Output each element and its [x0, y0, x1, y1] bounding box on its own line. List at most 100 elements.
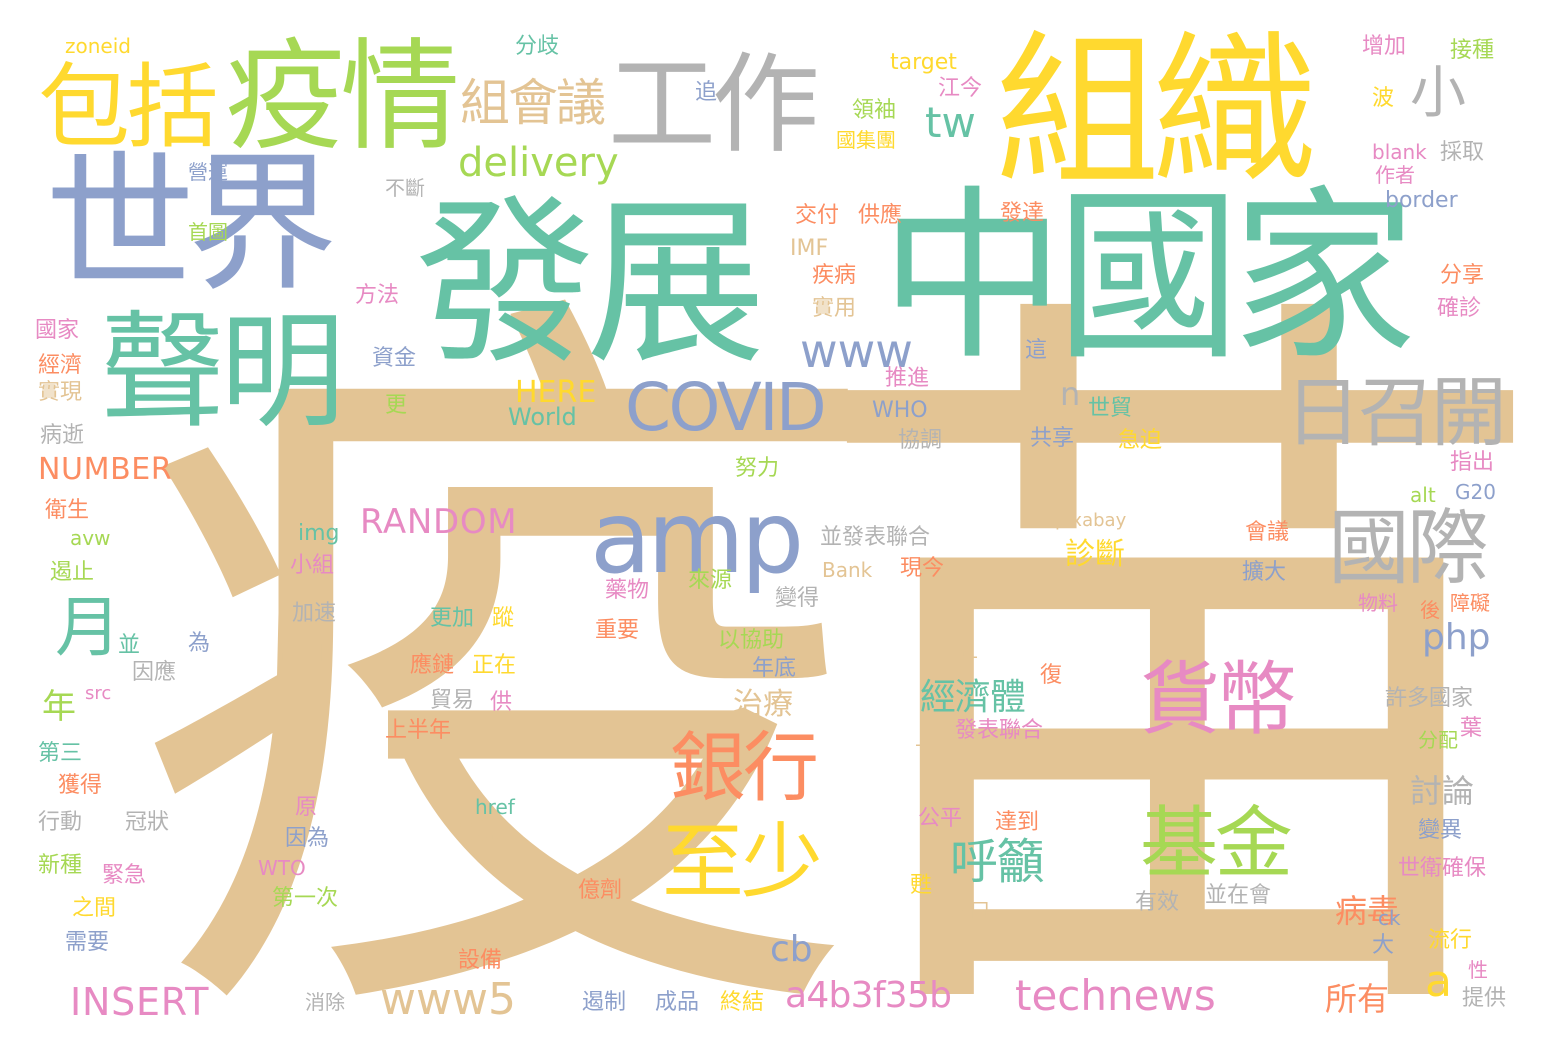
word-cloud: 疫苗 發展 中國家 世界 組織 聲明 疫情 工作 包括 amp 國際 日召開 C… — [0, 0, 1548, 1052]
word-cloud-word: 障礙 — [1450, 591, 1490, 615]
word-cloud-word: 藥物 — [605, 578, 650, 603]
word-cloud-word: cb — [770, 929, 813, 970]
word-cloud-word: 小組 — [290, 553, 335, 578]
word-cloud-word: img — [298, 521, 340, 546]
word-cloud-word: 復 — [1040, 663, 1063, 688]
word-cloud-word: 治療 — [733, 687, 793, 722]
word-cloud-word: 這 — [1025, 338, 1048, 363]
word-cloud-word: 物料 — [1358, 591, 1398, 615]
word-cloud-word: 終結 — [720, 990, 765, 1015]
word-cloud-word: 分享 — [1440, 263, 1485, 288]
word-cloud-word: 第一次 — [272, 886, 339, 911]
word-cloud-word: 指出 — [1450, 450, 1495, 475]
word-cloud-word: 日召開 — [1285, 368, 1507, 457]
word-cloud-word: 國集團 — [836, 128, 896, 152]
word-cloud-word: alt — [1410, 483, 1436, 507]
word-cloud-word: WHO — [872, 398, 928, 423]
word-cloud-word: 至少 — [662, 815, 823, 910]
word-cloud-word: 組織 — [995, 16, 1317, 208]
word-cloud-word: delivery — [458, 140, 619, 186]
word-cloud-word: 蹤 — [492, 606, 515, 631]
word-cloud-word: 應鏈 — [410, 653, 455, 678]
word-cloud-word: 分配 — [1418, 728, 1458, 752]
word-cloud-word: border — [1385, 188, 1458, 213]
word-cloud-word: 中國家 — [880, 169, 1417, 385]
word-cloud-word: 方法 — [355, 283, 400, 308]
word-cloud-word: 月 — [55, 589, 121, 666]
word-cloud-word: 億劑 — [578, 878, 623, 903]
word-cloud-word: 首圖 — [188, 220, 228, 244]
word-cloud-word: 經濟 — [38, 353, 83, 378]
word-cloud-word: 新種 — [38, 853, 83, 878]
word-cloud-word: 變異 — [1418, 818, 1463, 843]
word-cloud-word: 銀行 — [670, 723, 819, 812]
word-cloud-word: 原 — [295, 795, 318, 820]
word-cloud-word: 成品 — [655, 990, 700, 1015]
word-cloud-word: 甦 — [910, 873, 933, 898]
word-cloud-word: 貿易 — [430, 688, 475, 713]
word-cloud-word: target — [890, 50, 957, 75]
word-cloud-word: 努力 — [735, 456, 780, 481]
word-cloud-word: 加速 — [292, 601, 337, 626]
word-cloud-word: 作者 — [1375, 163, 1415, 187]
word-cloud-word: 遏止 — [50, 560, 95, 585]
word-cloud-word: 獲得 — [58, 773, 103, 798]
word-cloud-word: 波 — [1372, 86, 1395, 111]
word-cloud-word: 經濟體 — [920, 677, 1026, 718]
word-cloud-word: 來源 — [688, 568, 733, 593]
word-cloud-word: 為 — [188, 631, 211, 656]
word-cloud-word: 目標 — [455, 820, 500, 845]
word-cloud-word: 行動 — [38, 810, 83, 835]
word-cloud-word: 診斷 — [1065, 537, 1125, 572]
word-cloud-word: 人口 — [950, 898, 990, 922]
word-cloud-word: 確診 — [1437, 296, 1482, 321]
word-cloud-word: 急迫 — [1118, 428, 1163, 453]
word-cloud-word: avw — [70, 526, 111, 550]
word-cloud-word: 交付 — [795, 203, 840, 228]
word-cloud-word: 年 — [42, 687, 76, 727]
word-cloud-word: php — [1422, 617, 1491, 658]
word-cloud-word: 共享 — [1030, 426, 1075, 451]
word-cloud-word: zoneid — [65, 34, 131, 58]
word-cloud-word: 工作 — [608, 43, 820, 168]
word-cloud-word: 增加 — [1362, 34, 1407, 59]
word-cloud-word: 會議 — [1245, 520, 1290, 545]
word-cloud-word: blank — [1372, 140, 1427, 164]
word-cloud-word: 基金 — [1140, 799, 1293, 889]
word-cloud-word: 並發表聯合 — [820, 525, 931, 550]
word-cloud-word: 遏制 — [582, 990, 627, 1015]
word-cloud-word: 更加 — [430, 606, 475, 631]
word-cloud-word: 出口 — [280, 641, 325, 666]
word-cloud-word: 國家 — [35, 318, 80, 343]
word-cloud-word: n — [1060, 375, 1081, 413]
word-cloud-word: 世貿 — [1088, 396, 1133, 421]
word-cloud-word: 消除 — [305, 990, 345, 1014]
word-cloud-word: 變得 — [775, 586, 820, 611]
word-cloud-word: 接種 — [1450, 38, 1495, 63]
word-cloud-word: 公平 — [918, 806, 963, 831]
word-cloud-word: 貨幣 — [1140, 653, 1297, 746]
word-cloud-word: 協調 — [898, 428, 943, 453]
word-cloud-word: 性 — [1468, 958, 1488, 982]
word-cloud-word: 後 — [1420, 598, 1440, 622]
word-cloud-word: 分歧 — [515, 34, 560, 59]
word-cloud-word: 擴大 — [1242, 560, 1287, 585]
word-cloud-word: 包括 — [38, 54, 218, 161]
word-cloud-word: 供 — [490, 690, 513, 715]
word-cloud-word: 更 — [385, 393, 408, 418]
word-cloud-word: 組會議 — [460, 74, 606, 132]
word-cloud-word: 並在會 — [1205, 883, 1272, 908]
word-cloud-word: 需要 — [65, 930, 110, 955]
word-cloud-word: 因應 — [132, 660, 177, 685]
word-cloud-word: 營運 — [188, 160, 228, 184]
word-cloud-word: 國際 — [1328, 501, 1489, 596]
word-cloud-word: 推進 — [885, 366, 930, 391]
word-cloud-word: 葉 — [1460, 716, 1483, 741]
word-cloud-word: RANDOM — [360, 502, 518, 542]
word-cloud-word: www5 — [380, 974, 516, 1025]
word-cloud-word: IMF — [790, 236, 829, 261]
word-cloud-word: 有效 — [1135, 890, 1180, 915]
word-cloud-word: a — [1425, 956, 1452, 1007]
word-cloud-word: 正在 — [472, 653, 517, 678]
word-cloud-word: 以協助 — [718, 628, 785, 653]
